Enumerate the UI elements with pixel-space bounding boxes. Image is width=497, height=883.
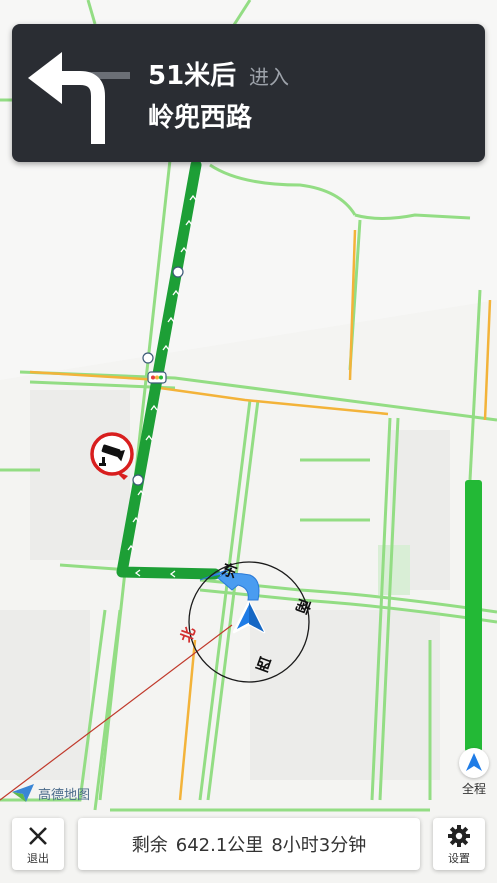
brand-logo-text: 高德地图 (38, 788, 91, 803)
turn-left-icon (28, 52, 130, 144)
remaining-info[interactable]: 剩余 642.1公里 8小时3分钟 (78, 818, 420, 870)
turn-distance: 51米后 (148, 61, 237, 91)
amap-logo-icon (12, 784, 34, 802)
navigation-arrow-icon (232, 600, 266, 634)
remaining-distance: 642.1公里 (175, 835, 264, 856)
remaining-time: 8小时3分钟 (271, 835, 367, 856)
gear-icon (448, 825, 470, 847)
remaining-label: 剩余 (131, 835, 168, 856)
route-progress-bar (465, 480, 482, 752)
turn-action: 进入 (249, 65, 289, 89)
overview-button[interactable] (459, 748, 489, 778)
settings-button[interactable]: 设置 (433, 818, 485, 870)
close-icon (29, 827, 47, 845)
traffic-camera-icon (90, 432, 134, 480)
overview-label[interactable]: 全程 (459, 780, 489, 797)
overview-arrow-icon (466, 753, 482, 771)
settings-label: 设置 (448, 852, 470, 865)
exit-label: 退出 (27, 852, 49, 865)
exit-button[interactable]: 退出 (12, 818, 64, 870)
next-road-name: 岭兜西路 (148, 103, 253, 133)
